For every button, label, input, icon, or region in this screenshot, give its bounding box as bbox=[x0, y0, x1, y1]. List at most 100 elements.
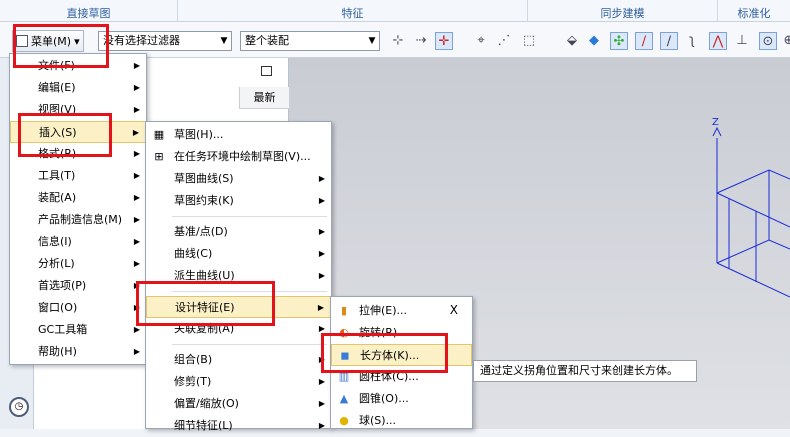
menu-item-label: 修剪(T) bbox=[174, 375, 212, 388]
selection-filter-value: 没有选择过滤器 bbox=[103, 34, 180, 47]
selection-filter-dropdown[interactable]: 没有选择过滤器 ▼ bbox=[98, 31, 232, 51]
menu-item-window[interactable]: 窗口(O) ▶ bbox=[10, 297, 146, 319]
submenu-arrow-icon: ▶ bbox=[318, 421, 325, 430]
menu-item-label: 窗口(O) bbox=[38, 301, 78, 314]
menu-item-label: GC工具箱 bbox=[38, 323, 88, 336]
extrude-icon: ▮ bbox=[340, 304, 348, 317]
history-clock-icon[interactable]: ◷ bbox=[9, 397, 29, 417]
annotation-box-insert bbox=[18, 113, 112, 157]
submenu-arrow-icon: ▶ bbox=[133, 171, 140, 180]
menu-item-extrude[interactable]: ▮ 拉伸(E)... bbox=[331, 300, 472, 322]
menu-item-gc-toolbox[interactable]: GC工具箱 ▶ bbox=[10, 319, 146, 341]
submenu-arrow-icon: ▶ bbox=[318, 377, 325, 386]
sphere-icon: ● bbox=[339, 414, 349, 427]
select-icon[interactable]: ⌖ bbox=[472, 32, 490, 50]
menu-item-label: 分析(L) bbox=[38, 257, 75, 270]
snap-point-icon[interactable]: ⊹ bbox=[389, 32, 407, 50]
sketch-task-icon: ⊞ bbox=[154, 150, 164, 163]
menu-item-tools[interactable]: 工具(T) ▶ bbox=[10, 165, 146, 187]
assembly-scope-value: 整个装配 bbox=[245, 34, 289, 47]
rectangle-select-icon[interactable]: ⬚ bbox=[520, 32, 538, 50]
main-menu: 文件(F) ▶ 编辑(E) ▶ 视图(V) ▶ 插入(S) ▶ 格式(R) ▶ 工具(T)… bbox=[9, 53, 147, 365]
menu-item-assembly[interactable]: 装配(A) ▶ bbox=[10, 187, 146, 209]
ribbon-group-bar: 直接草图 特征 同步建模 标准化 bbox=[0, 0, 790, 22]
menu-item-preferences[interactable]: 首选项(P) ▶ bbox=[10, 275, 146, 297]
menu-item-edit[interactable]: 编辑(E) ▶ bbox=[10, 77, 146, 99]
menu-item-label: 拉伸(E)... bbox=[359, 304, 408, 317]
ribbon-group-feature[interactable]: 特征 bbox=[178, 0, 528, 22]
menu-item-cone[interactable]: ▲ 圆锥(O)... bbox=[331, 388, 472, 410]
menu-item-label: 圆锥(O)... bbox=[359, 392, 409, 405]
chevron-down-icon: ▼ bbox=[220, 36, 228, 46]
intersection-icon[interactable]: ⊥ bbox=[733, 32, 751, 50]
submenu-arrow-icon: ▶ bbox=[318, 249, 325, 258]
z-axis-arrow bbox=[712, 126, 722, 137]
menu-item-label: 偏置/缩放(O) bbox=[174, 397, 239, 410]
menu-item-combine[interactable]: 组合(B) ▶ bbox=[146, 349, 331, 371]
wireframe-edge bbox=[716, 169, 790, 194]
annotation-box-block bbox=[321, 333, 448, 373]
column-header-latest[interactable]: 最新 bbox=[239, 87, 289, 109]
arc-center-icon[interactable]: ⊙ bbox=[759, 32, 777, 50]
menu-item-pmi[interactable]: 产品制造信息(M) ▶ bbox=[10, 209, 146, 231]
menu-item-label: 草图曲线(S) bbox=[174, 172, 234, 185]
insert-submenu: ▦ 草图(H)... ⊞ 在任务环境中绘制草图(V)... 草图曲线(S) ▶ 草图约… bbox=[145, 121, 332, 432]
lasso-icon[interactable]: ⋰ bbox=[495, 32, 513, 50]
solid-body-icon[interactable]: ◆ bbox=[585, 32, 603, 50]
submenu-arrow-icon: ▶ bbox=[318, 196, 325, 205]
menu-item-label: 基准/点(D) bbox=[174, 225, 228, 238]
ribbon-group-direct-sketch[interactable]: 直接草图 bbox=[0, 0, 178, 22]
menu-item-curve[interactable]: 曲线(C) ▶ bbox=[146, 243, 331, 265]
menu-item-sketch-constraint[interactable]: 草图约束(K) ▶ bbox=[146, 190, 331, 212]
submenu-arrow-icon: ▶ bbox=[133, 149, 140, 158]
menu-item-trim[interactable]: 修剪(T) ▶ bbox=[146, 371, 331, 393]
menu-separator bbox=[172, 344, 327, 345]
menu-item-sketch[interactable]: ▦ 草图(H)... bbox=[146, 124, 331, 146]
ribbon-group-sync-modeling[interactable]: 同步建模 bbox=[528, 0, 718, 22]
z-axis-label: Z bbox=[712, 117, 719, 128]
menu-item-information[interactable]: 信息(I) ▶ bbox=[10, 231, 146, 253]
box-select-icon[interactable]: ⬙ bbox=[563, 32, 581, 50]
submenu-arrow-icon: ▶ bbox=[318, 271, 325, 280]
submenu-arrow-icon: ▶ bbox=[133, 61, 140, 70]
wireframe-edge bbox=[716, 262, 790, 298]
menu-separator bbox=[172, 216, 327, 217]
annotation-box-menu bbox=[13, 24, 109, 68]
submenu-arrow-icon: ▶ bbox=[318, 174, 325, 183]
menu-item-offset-scale[interactable]: 偏置/缩放(O) ▶ bbox=[146, 393, 331, 415]
submenu-arrow-icon: ▶ bbox=[133, 259, 140, 268]
control-point-icon[interactable]: ⋀ bbox=[709, 32, 727, 50]
menu-item-label: 信息(I) bbox=[38, 235, 72, 248]
menu-item-sketch-curve[interactable]: 草图曲线(S) ▶ bbox=[146, 168, 331, 190]
menu-item-help[interactable]: 帮助(H) ▶ bbox=[10, 341, 146, 363]
submenu-arrow-icon: ▶ bbox=[133, 237, 140, 246]
menu-item-label: 产品制造信息(M) bbox=[38, 213, 123, 226]
cone-icon: ▲ bbox=[339, 392, 349, 405]
menu-item-sketch-in-task[interactable]: ⊞ 在任务环境中绘制草图(V)... bbox=[146, 146, 331, 168]
menu-item-label: 细节特征(L) bbox=[174, 419, 233, 432]
assembly-scope-dropdown[interactable]: 整个装配 ▼ bbox=[240, 31, 380, 51]
submenu-arrow-icon: ▶ bbox=[133, 193, 140, 202]
quadrant-icon[interactable]: ⊕ bbox=[780, 32, 790, 50]
menu-item-label: 帮助(H) bbox=[38, 345, 77, 358]
point-snap-icon[interactable]: ✣ bbox=[610, 32, 628, 50]
menu-item-label: 曲线(C) bbox=[174, 247, 213, 260]
curve-point-icon[interactable]: ʅ bbox=[683, 32, 701, 50]
menu-item-label: 组合(B) bbox=[174, 353, 213, 366]
mid-point-icon[interactable]: ∕ bbox=[660, 32, 678, 50]
menu-item-datum-point[interactable]: 基准/点(D) ▶ bbox=[146, 221, 331, 243]
menu-item-detail-feature[interactable]: 细节特征(L) ▶ bbox=[146, 415, 331, 437]
snap-inferred-icon[interactable]: ✛ bbox=[435, 32, 453, 50]
menu-item-label: 首选项(P) bbox=[38, 279, 87, 292]
sketch-icon: ▦ bbox=[153, 128, 165, 141]
submenu-arrow-icon: ▶ bbox=[317, 303, 324, 312]
point-construct-icon[interactable]: ⇢ bbox=[412, 32, 430, 50]
menu-item-label: 草图约束(K) bbox=[174, 194, 234, 207]
submenu-arrow-icon: ▶ bbox=[132, 128, 139, 137]
maximize-icon[interactable] bbox=[261, 66, 272, 76]
menu-item-analysis[interactable]: 分析(L) ▶ bbox=[10, 253, 146, 275]
menu-item-label: 编辑(E) bbox=[38, 81, 76, 94]
menu-item-label: 在任务环境中绘制草图(V)... bbox=[174, 150, 311, 163]
ribbon-group-standardization[interactable]: 标准化 bbox=[718, 0, 790, 22]
end-point-icon[interactable]: ∕ bbox=[635, 32, 653, 50]
